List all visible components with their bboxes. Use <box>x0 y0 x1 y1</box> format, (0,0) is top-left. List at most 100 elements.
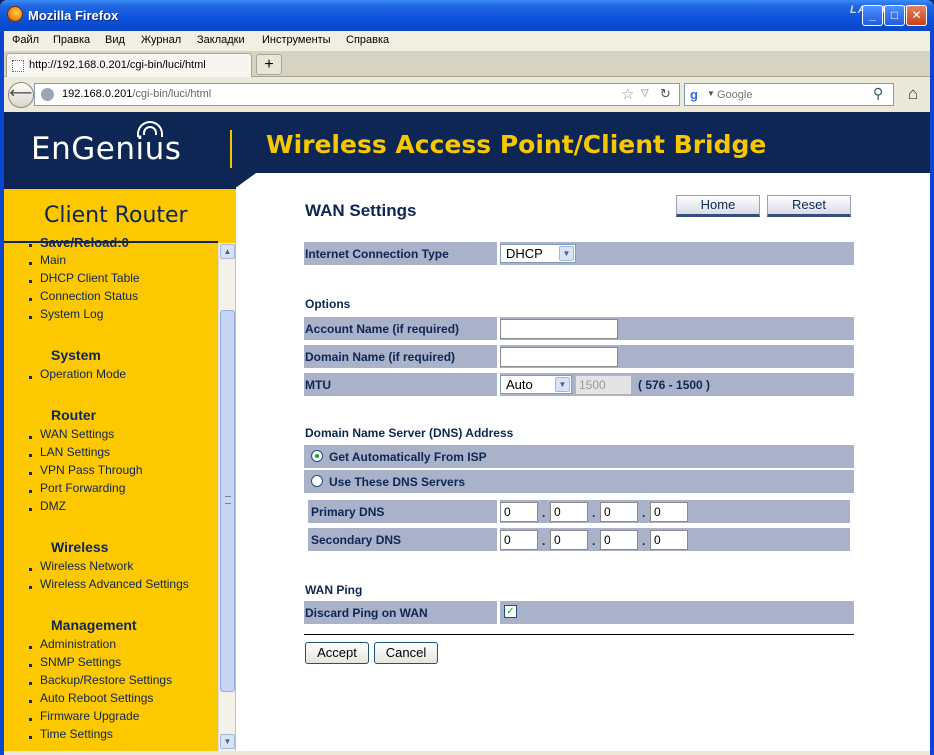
sidebar-item-lan-settings[interactable]: LAN Settings <box>28 445 110 459</box>
mtu-label: MTU <box>305 378 331 392</box>
search-box: g ▼ ⚲ <box>684 83 894 106</box>
search-icon[interactable]: ⚲ <box>873 85 883 102</box>
primary-dns-octet-1[interactable] <box>500 502 538 522</box>
dns-manual-radio[interactable] <box>311 475 323 487</box>
sidebar-item-wan-settings[interactable]: WAN Settings <box>28 427 114 441</box>
discard-ping-checkbox[interactable]: ✓ <box>504 605 517 618</box>
sidebar-item-vpn-pass-through[interactable]: VPN Pass Through <box>29 463 143 477</box>
search-input[interactable] <box>717 87 867 103</box>
reset-button[interactable]: Reset <box>767 195 851 217</box>
back-button[interactable]: ⟵ <box>8 82 34 108</box>
cancel-button[interactable]: Cancel <box>374 642 438 664</box>
discard-ping-row: Discard Ping on WAN ✓ <box>304 601 854 624</box>
home-button[interactable]: Home <box>676 195 760 217</box>
sidebar-item-snmp-settings[interactable]: SNMP Settings <box>28 655 121 669</box>
sidebar-item-dmz[interactable]: DMZ <box>29 499 66 513</box>
primary-dns-octet-4[interactable] <box>650 502 688 522</box>
account-name-input[interactable] <box>500 319 618 339</box>
title-bar: Mozilla Firefox LANMART _ □ ✕ <box>0 0 934 31</box>
navigation-bar: ⟵ 192.168.0.201/cgi-bin/luci/html ☆ ▽ ↻ … <box>4 77 930 112</box>
dns-manual-row[interactable]: Use These DNS Servers <box>304 470 854 493</box>
menu-help[interactable]: Справка <box>346 34 389 46</box>
sidebar-item-save-reload-0[interactable]: Save/Reload:0 <box>29 235 129 250</box>
sidebar-item-port-forwarding[interactable]: Port Forwarding <box>28 481 125 495</box>
domain-name-input[interactable] <box>500 347 618 367</box>
dns-auto-radio[interactable] <box>311 450 323 462</box>
accept-button[interactable]: Accept <box>305 642 369 664</box>
tab-label: http://192.168.0.201/cgi-bin/luci/html <box>29 59 206 71</box>
window-title: Mozilla Firefox <box>28 8 119 23</box>
dns-auto-row[interactable]: Get Automatically From ISP <box>304 445 854 468</box>
google-icon[interactable]: g <box>690 87 705 102</box>
maximize-button[interactable]: □ <box>884 5 905 26</box>
primary-dns-label: Primary DNS <box>311 505 385 519</box>
sidebar-item-wireless-advanced-settings[interactable]: Wireless Advanced Settings <box>29 577 189 591</box>
reload-icon[interactable]: ↻ <box>660 86 671 102</box>
home-icon[interactable]: ⌂ <box>902 83 924 105</box>
sidebar-item-wireless-network[interactable]: Wireless Network <box>28 559 133 573</box>
menu-bookmarks[interactable]: Закладки <box>197 34 245 46</box>
menu-edit[interactable]: Правка <box>53 34 90 46</box>
window-frame-right <box>930 31 934 755</box>
firefox-icon <box>7 6 23 22</box>
primary-dns-octet-2[interactable] <box>550 502 588 522</box>
menu-file[interactable]: Файл <box>12 34 39 46</box>
minimize-button[interactable]: _ <box>862 5 883 26</box>
connection-type-select[interactable]: DHCP ▼ <box>500 244 576 263</box>
dns-manual-label: Use These DNS Servers <box>329 475 466 489</box>
logo-wave-inner-icon <box>143 126 157 135</box>
browser-tab[interactable]: http://192.168.0.201/cgi-bin/luci/html <box>6 53 252 77</box>
sidebar-title: Client Router <box>44 203 188 228</box>
sidebar-item-firmware-upgrade[interactable]: Firmware Upgrade <box>28 709 139 723</box>
bookmark-star-icon[interactable]: ☆ <box>621 85 634 103</box>
account-name-row: Account Name (if required) <box>304 317 854 340</box>
secondary-dns-octet-4[interactable] <box>650 530 688 550</box>
sidebar-item-auto-reboot-settings[interactable]: Auto Reboot Settings <box>28 691 153 705</box>
primary-dns-row: Primary DNS . . . <box>308 500 850 523</box>
sidebar-item-system-log[interactable]: System Log <box>28 307 103 321</box>
primary-dns-octet-3[interactable] <box>600 502 638 522</box>
secondary-dns-octet-3[interactable] <box>600 530 638 550</box>
header-divider <box>230 130 232 168</box>
page-title: WAN Settings <box>305 201 417 220</box>
mtu-input <box>575 375 632 395</box>
secondary-dns-octet-1[interactable] <box>500 530 538 550</box>
menu-tools[interactable]: Инструменты <box>262 34 331 46</box>
sidebar-item-backup-restore-settings[interactable]: Backup/Restore Settings <box>28 673 172 687</box>
scroll-down-arrow-icon[interactable]: ▼ <box>220 734 235 749</box>
sidebar-item-main[interactable]: Main <box>28 253 66 267</box>
dns-auto-label: Get Automatically From ISP <box>329 450 487 464</box>
domain-name-label: Domain Name (if required) <box>305 350 456 364</box>
sidebar-scrollbar[interactable]: ▲ ▼ <box>218 243 235 751</box>
sidebar-heading: Router <box>51 407 97 423</box>
main-content: WAN Settings Home Reset Internet Connect… <box>304 189 864 751</box>
status-bar <box>4 751 930 755</box>
address-bar[interactable]: 192.168.0.201/cgi-bin/luci/html ☆ ▽ ↻ <box>34 83 680 106</box>
close-window-button[interactable]: ✕ <box>906 5 927 26</box>
sidebar-item-operation-mode[interactable]: Operation Mode <box>28 367 126 381</box>
mtu-range-hint: ( 576 - 1500 ) <box>638 378 711 392</box>
new-tab-button[interactable]: + <box>256 54 282 75</box>
mtu-mode-select[interactable]: Auto ▼ <box>500 375 572 394</box>
search-engine-dropdown-icon[interactable]: ▼ <box>707 89 715 98</box>
discard-ping-label: Discard Ping on WAN <box>305 606 428 620</box>
scroll-thumb[interactable] <box>220 310 235 692</box>
sidebar-item-time-settings[interactable]: Time Settings <box>29 727 113 741</box>
chevron-down-icon: ▼ <box>555 377 570 392</box>
secondary-dns-octet-2[interactable] <box>550 530 588 550</box>
history-dropdown-icon[interactable]: ▽ <box>641 88 649 99</box>
secondary-dns-label: Secondary DNS <box>311 533 402 547</box>
sidebar-item-connection-status[interactable]: Connection Status <box>28 289 138 303</box>
dns-heading: Domain Name Server (DNS) Address <box>305 426 514 440</box>
domain-name-row: Domain Name (if required) <box>304 345 854 368</box>
sidebar-item-administration[interactable]: Administration <box>28 637 116 651</box>
sidebar-item-dhcp-client-table[interactable]: DHCP Client Table <box>29 271 140 285</box>
menu-history[interactable]: Журнал <box>141 34 181 46</box>
sidebar-heading: Management <box>51 617 137 633</box>
mtu-row: MTU Auto ▼ ( 576 - 1500 ) <box>304 373 854 396</box>
browser-chrome: Файл Правка Вид Журнал Закладки Инструме… <box>4 31 930 112</box>
scroll-up-arrow-icon[interactable]: ▲ <box>220 244 235 259</box>
web-page: EnGenius Wireless Access Point/Client Br… <box>4 112 930 751</box>
header-banner: EnGenius Wireless Access Point/Client Br… <box>4 112 930 189</box>
menu-view[interactable]: Вид <box>105 34 125 46</box>
